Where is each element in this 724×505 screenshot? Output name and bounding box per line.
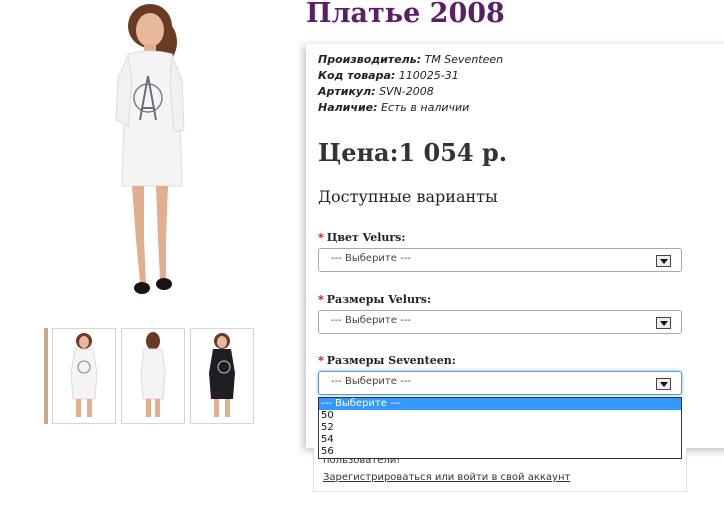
thumbnail-black-dress[interactable] — [190, 328, 254, 424]
dropdown-option-56[interactable]: 56 — [319, 446, 681, 458]
dropdown-option-52[interactable]: 52 — [319, 422, 681, 434]
size-velurs-label-text: Размеры Velurs: — [326, 293, 432, 306]
size-seventeen-label: * Размеры Seventeen: — [318, 354, 456, 367]
chevron-down-icon[interactable] — [656, 317, 671, 329]
price: Цена:1 054 р. — [318, 138, 508, 167]
product-options-card: Производитель: ТМ Seventeen Код товара: … — [306, 44, 724, 448]
chevron-down-icon[interactable] — [656, 255, 671, 267]
thumbnail-back[interactable] — [121, 328, 185, 424]
thumbnail-front-image — [70, 333, 98, 417]
size-velurs-select[interactable]: --- Выберите --- — [318, 310, 682, 334]
color-velurs-select-value: --- Выберите --- — [331, 253, 411, 264]
size-seventeen-label-text: Размеры Seventeen: — [326, 354, 456, 367]
availability-value: Есть в наличии — [381, 101, 470, 114]
thumbnail-back-image — [140, 332, 166, 417]
availability-line: Наличие: Есть в наличии — [318, 100, 503, 116]
chevron-down-icon[interactable] — [656, 378, 671, 390]
product-code-label: Код товара: — [318, 69, 396, 82]
product-meta: Производитель: ТМ Seventeen Код товара: … — [318, 52, 503, 116]
color-velurs-select[interactable]: --- Выберите --- — [318, 248, 682, 272]
manufacturer-value: ТМ Seventeen — [424, 53, 504, 66]
thumbnail-black-dress-image — [209, 333, 235, 417]
availability-label: Наличие: — [318, 101, 378, 114]
model-white-dress-image — [115, 4, 185, 294]
dropdown-option-50[interactable]: 50 — [319, 410, 681, 422]
color-velurs-label-text: Цвет Velurs: — [326, 231, 406, 244]
size-seventeen-dropdown-list: --- Выберите --- 50 52 54 56 — [318, 397, 682, 459]
manufacturer-line: Производитель: ТМ Seventeen — [318, 52, 503, 68]
required-mark: * — [318, 293, 324, 306]
dropdown-option-placeholder[interactable]: --- Выберите --- — [319, 398, 681, 410]
sku-value: SVN-2008 — [379, 85, 434, 98]
color-velurs-label: * Цвет Velurs: — [318, 231, 405, 244]
thumbnail-front[interactable] — [52, 328, 116, 424]
thumbnail-partial[interactable] — [44, 328, 48, 424]
size-seventeen-select[interactable]: --- Выберите --- — [318, 371, 682, 395]
required-mark: * — [318, 231, 324, 244]
product-title: Платье 2008 — [306, 0, 505, 29]
main-product-image[interactable] — [44, 0, 254, 305]
manufacturer-label: Производитель: — [318, 53, 422, 66]
product-code-value: 110025-31 — [398, 69, 459, 82]
register-login-link[interactable]: Зарегистрироваться или войти в свой акка… — [323, 472, 570, 483]
size-seventeen-select-value: --- Выберите --- — [331, 376, 411, 387]
size-velurs-label: * Размеры Velurs: — [318, 293, 431, 306]
size-velurs-select-value: --- Выберите --- — [331, 315, 411, 326]
product-code-line: Код товара: 110025-31 — [318, 68, 503, 84]
thumbnail-strip — [44, 328, 254, 426]
sku-label: Артикул: — [318, 85, 376, 98]
sku-line: Артикул: SVN-2008 — [318, 84, 503, 100]
dropdown-option-54[interactable]: 54 — [319, 434, 681, 446]
options-heading: Доступные варианты — [318, 187, 498, 206]
required-mark: * — [318, 354, 324, 367]
